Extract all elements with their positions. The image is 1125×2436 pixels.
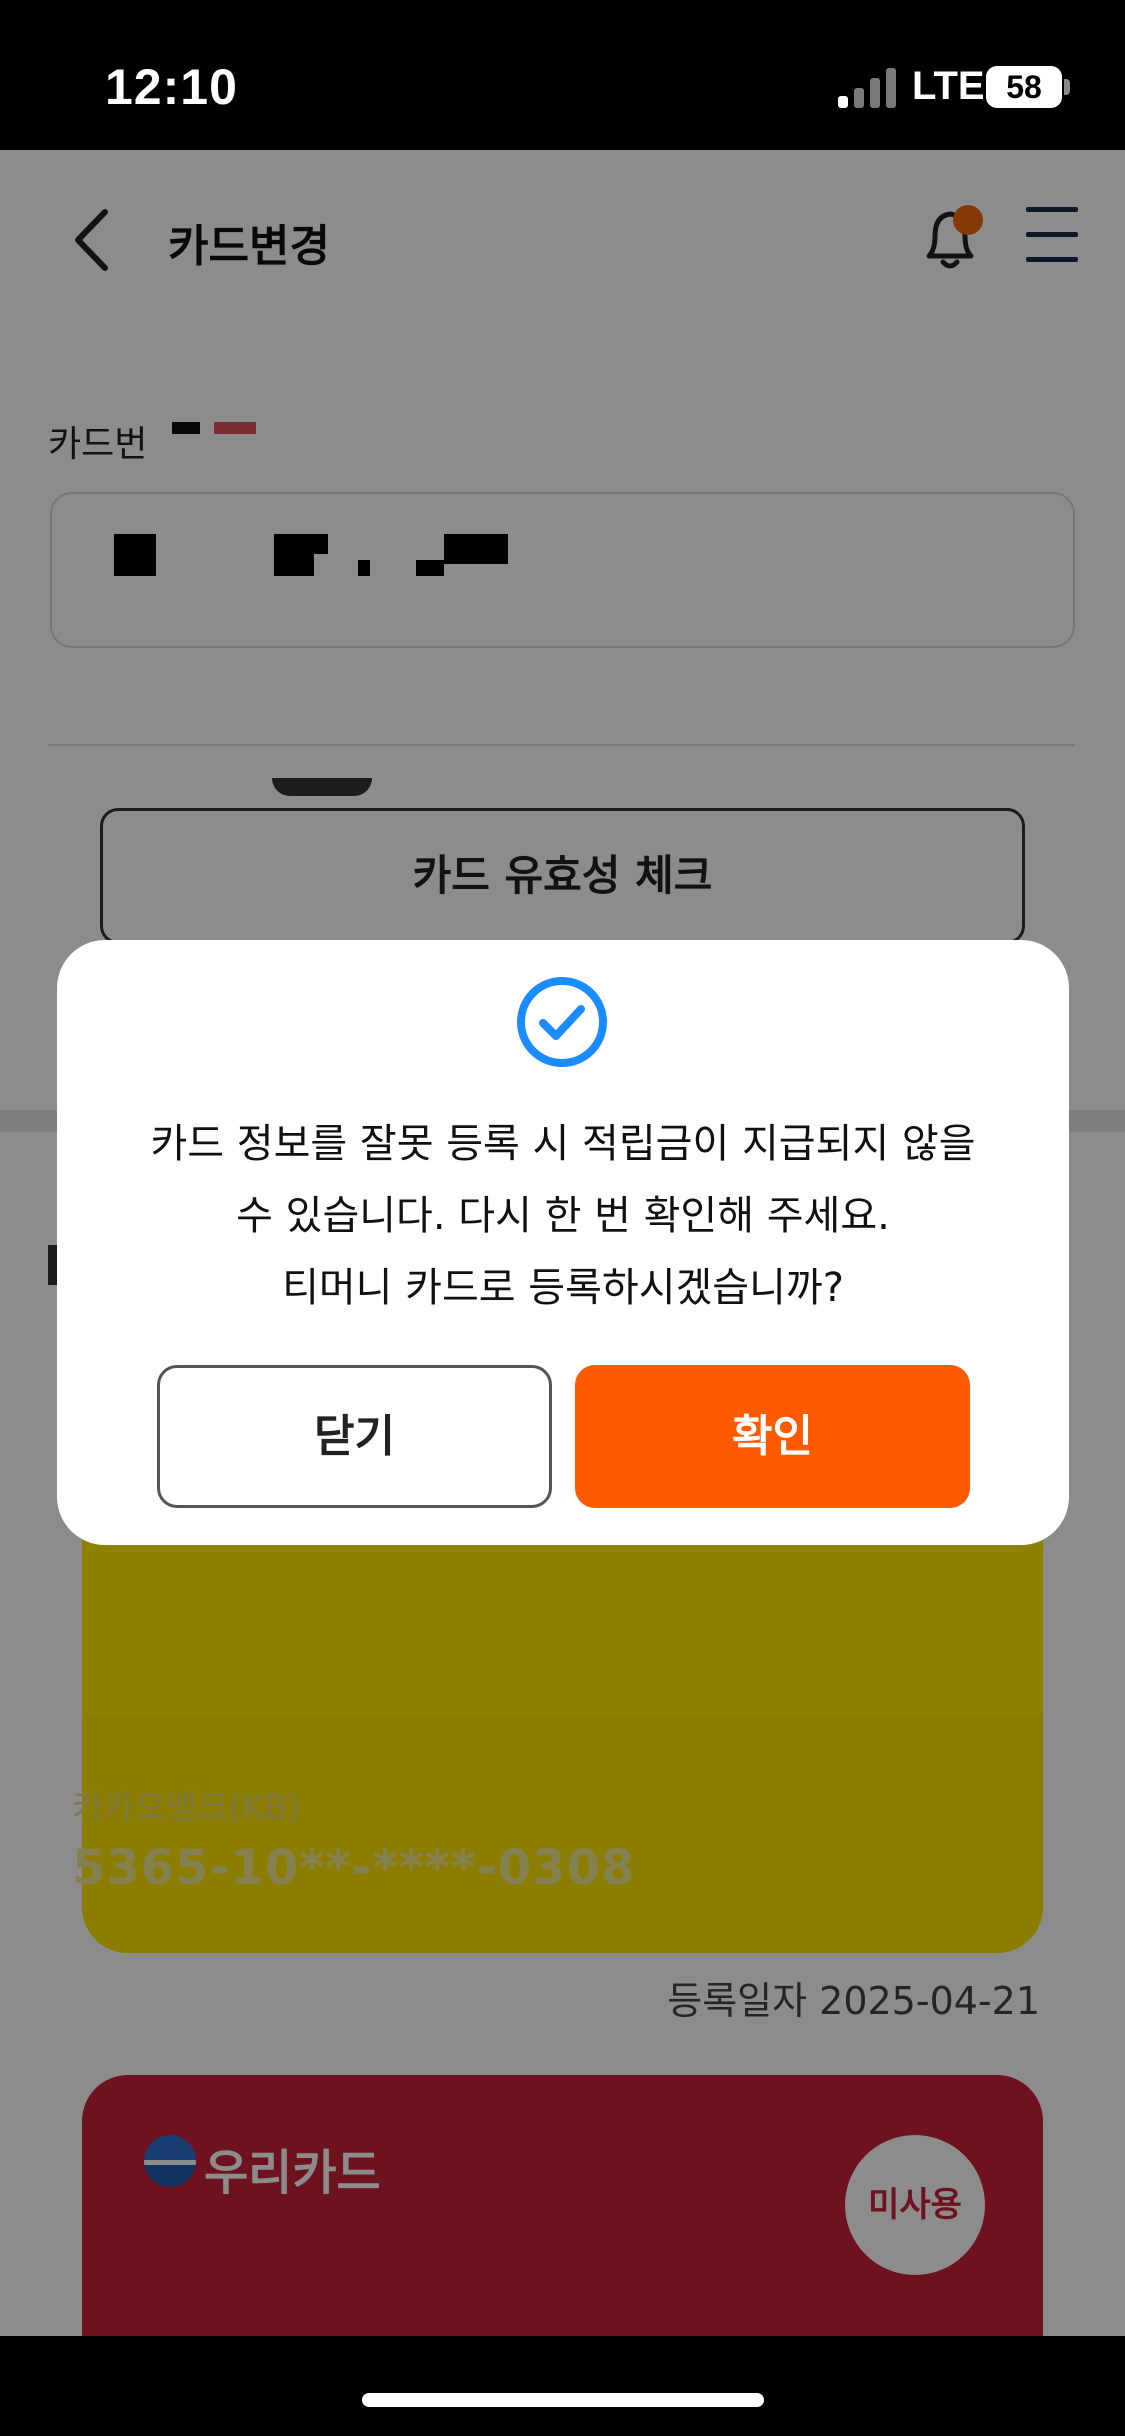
check-circle-icon — [517, 977, 607, 1067]
home-indicator[interactable] — [362, 2393, 764, 2407]
dialog-message-line: 수 있습니다. 다시 한 번 확인해 주세요. — [236, 1193, 890, 1239]
status-bar: 12:10 LTE 58 — [0, 0, 1125, 150]
battery-icon: 58 — [986, 66, 1062, 108]
network-type: LTE — [912, 64, 985, 108]
signal-strength-icon — [838, 68, 900, 108]
home-indicator-area — [0, 2336, 1125, 2436]
status-time: 12:10 — [105, 59, 238, 115]
dialog-message: 카드 정보를 잘못 등록 시 적립금이 지급되지 않을 수 있습니다. 다시 한… — [57, 1108, 1069, 1324]
confirm-dialog: 카드 정보를 잘못 등록 시 적립금이 지급되지 않을 수 있습니다. 다시 한… — [57, 940, 1069, 1545]
confirm-button[interactable]: 확인 — [575, 1365, 970, 1508]
dialog-message-line: 카드 정보를 잘못 등록 시 적립금이 지급되지 않을 — [150, 1121, 976, 1167]
battery-tip — [1064, 79, 1070, 95]
close-button[interactable]: 닫기 — [157, 1365, 552, 1508]
dialog-message-line: 티머니 카드로 등록하시겠습니까? — [282, 1265, 844, 1311]
